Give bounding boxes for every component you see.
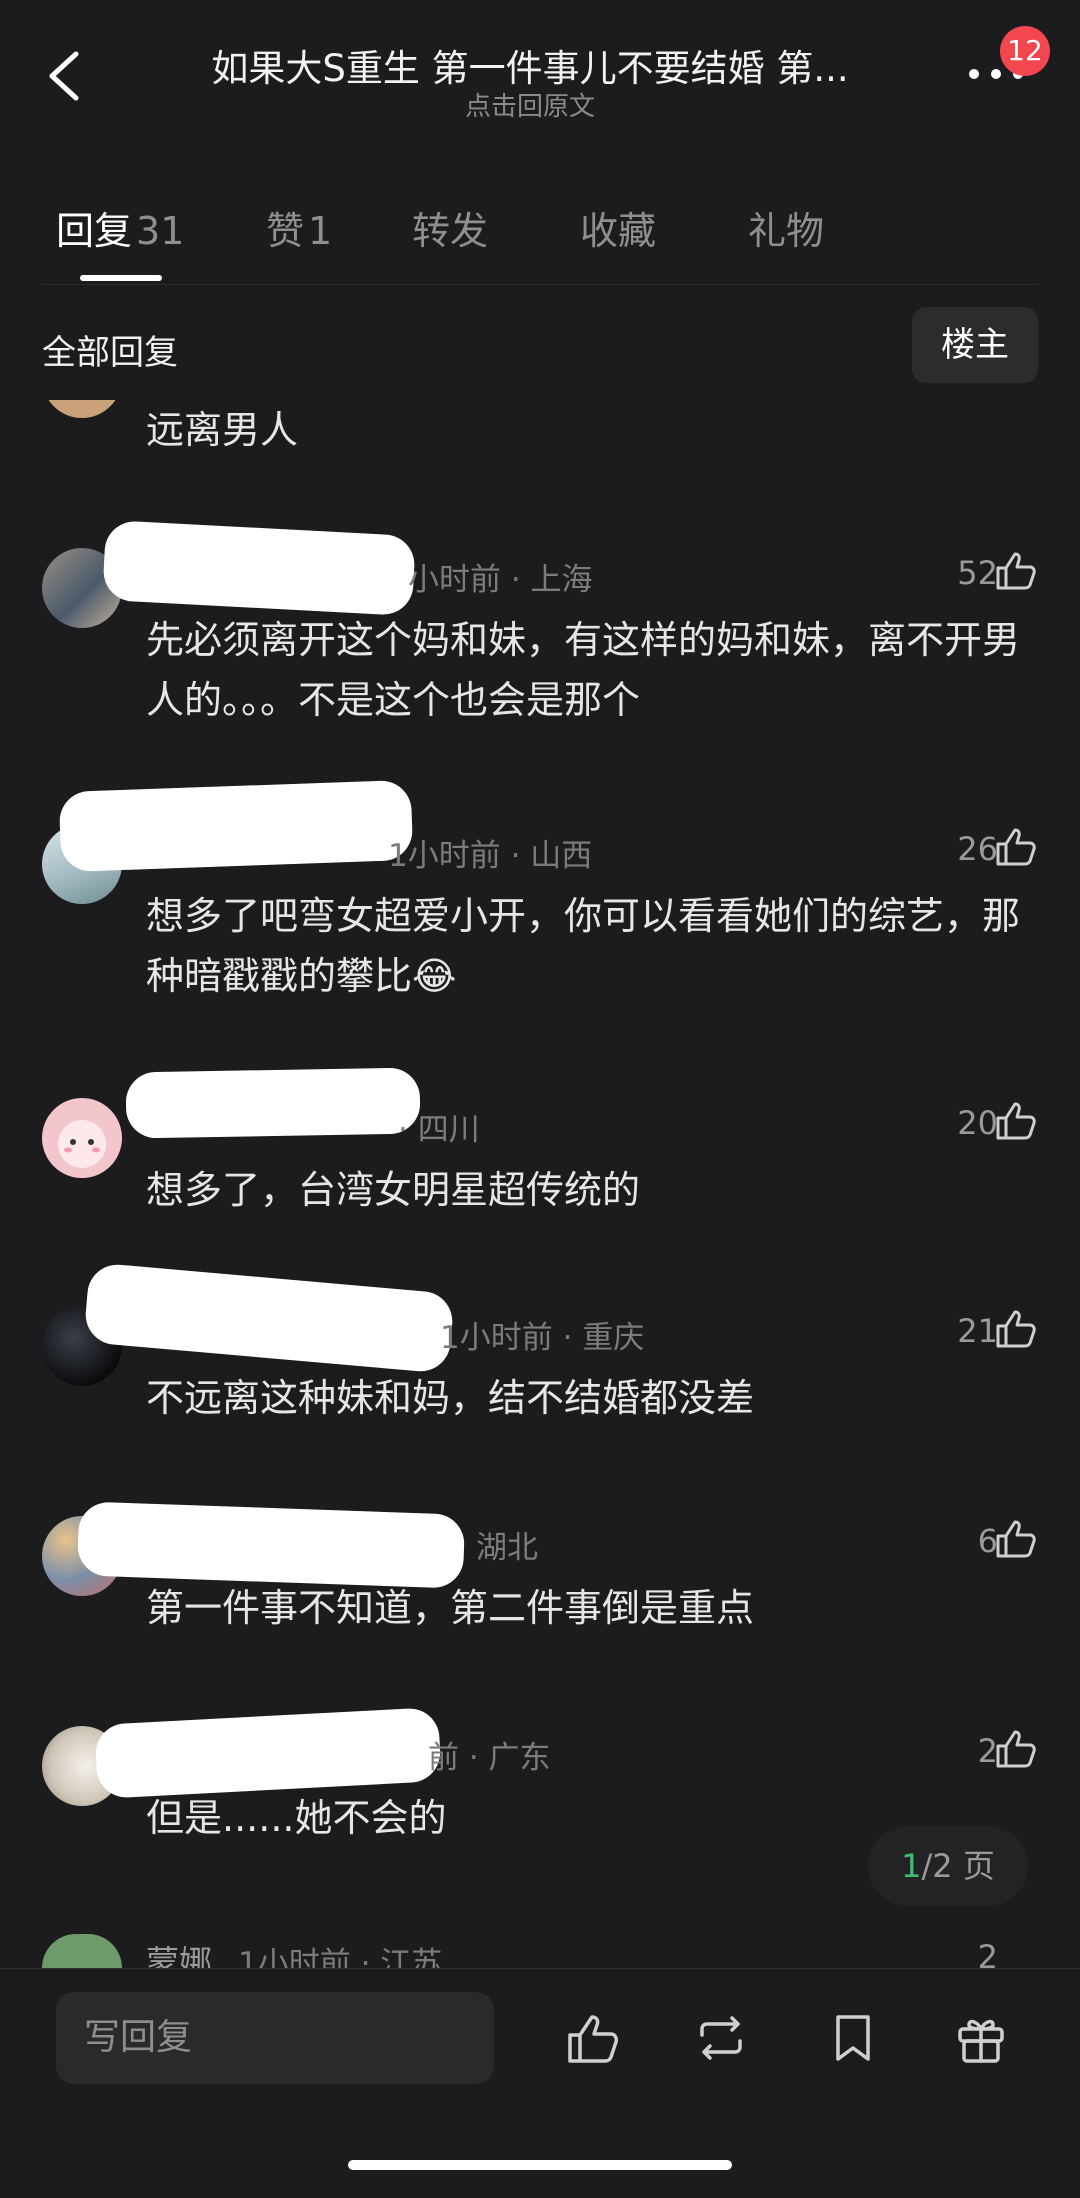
like-count: 6 [977,1522,998,1560]
thumbs-up-icon[interactable] [994,824,1038,868]
comment-meta: 1小时前 · 山西 [388,838,593,874]
thumbs-up-icon[interactable] [564,2009,622,2067]
tab-count: 31 [136,209,185,253]
home-indicator [348,2160,732,2170]
notification-badge: 12 [1000,26,1050,76]
thumbs-up-icon[interactable] [994,1098,1038,1142]
bottom-divider [0,1968,1080,1969]
tab-divider [42,284,1038,285]
comment-text[interactable]: 第一件事不知道，第二件事倒是重点 [146,1578,1036,1638]
thumbs-up-icon[interactable] [994,1306,1038,1350]
all-replies-label: 全部回复 [42,333,178,373]
post-title[interactable]: 如果大S重生 第一件事儿不要结婚 第... [150,38,910,92]
gift-icon[interactable] [952,2009,1010,2067]
redaction-mark [76,1501,466,1589]
bookmark-icon[interactable] [824,2009,882,2067]
redaction-mark [102,519,416,617]
tab-count: 1 [308,209,333,253]
tab-label: 转发 [412,209,489,253]
comment-text[interactable]: 远离男人 [146,400,1036,460]
reply-input[interactable]: 写回复 [56,1992,494,2084]
total-pages: /2 页 [921,1847,995,1885]
tab-favorites[interactable]: 收藏 [580,200,656,255]
thumbs-up-icon[interactable] [994,1516,1038,1560]
like-count: 2 [977,1732,998,1770]
comment-meta: 湖北 [476,1530,538,1566]
redaction-mark [94,1707,442,1799]
page-indicator[interactable]: 1/2 页 [868,1826,1028,1906]
back-to-original-link[interactable]: 点击回原文 [150,86,910,123]
avatar[interactable] [42,1934,122,1968]
current-page: 1 [901,1847,922,1885]
tab-reposts[interactable]: 转发 [412,200,488,255]
redaction-mark [125,1067,421,1139]
thumbs-up-icon[interactable] [994,548,1038,592]
tab-label: 礼物 [748,209,825,253]
comment-text[interactable]: 不远离这种妹和妈，结不结婚都没差 [146,1368,1036,1428]
active-tab-indicator [80,275,162,281]
comment-meta: · 四川 [398,1112,480,1148]
like-count: 26 [957,830,998,868]
tab-replies[interactable]: 回复 31 [56,200,184,255]
comment-text[interactable]: 想多了，台湾女明星超传统的 [146,1160,1036,1220]
tab-likes[interactable]: 赞1 [266,200,332,255]
like-count: 21 [957,1312,998,1350]
tab-gifts[interactable]: 礼物 [748,200,824,255]
owner-only-button[interactable]: 楼主 [912,307,1038,383]
cartoon-face-icon [58,1120,106,1168]
thumbs-up-icon[interactable] [994,1726,1038,1770]
redaction-mark [83,1262,455,1374]
back-arrow-icon[interactable] [38,46,98,106]
tab-label: 收藏 [580,209,657,253]
like-count: 52 [957,554,998,592]
repost-icon[interactable] [692,2009,750,2067]
like-count: 20 [957,1104,998,1142]
comment-meta: 小时前 · 上海 [408,562,593,598]
comment-text[interactable]: 想多了吧弯女超爱小开，你可以看看她们的综艺，那种暗戳戳的攀比😂 [146,886,1036,1006]
redaction-mark [58,779,414,873]
comment-meta: 1小时前 · 重庆 [440,1320,645,1356]
avatar[interactable] [42,1098,122,1178]
tab-label: 赞 [266,209,305,253]
comment-meta: 前 · 广东 [428,1740,551,1776]
comment-text[interactable]: 先必须离开这个妈和妹，有这样的妈和妹，离不开男人的。。。不是这个也会是那个 [146,610,1036,730]
tab-label: 回复 [56,209,133,253]
